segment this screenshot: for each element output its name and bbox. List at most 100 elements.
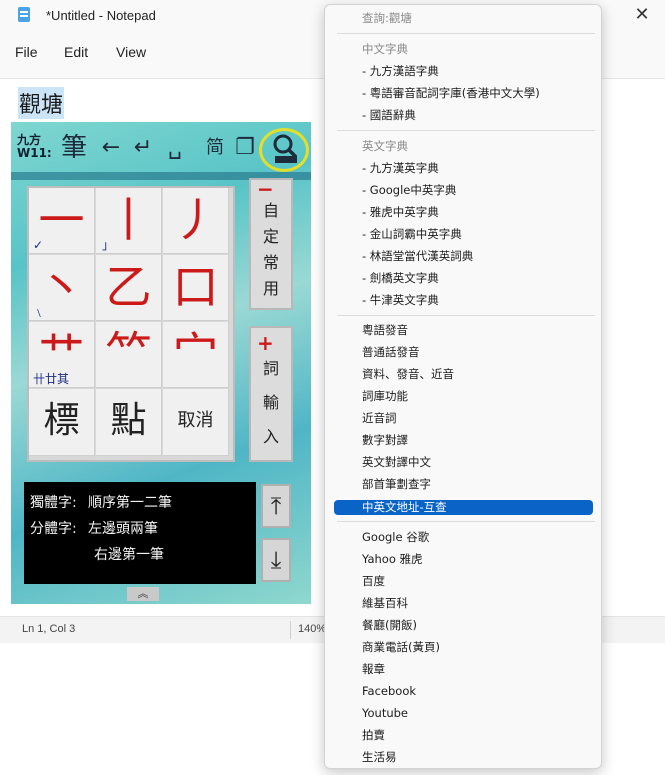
menu-item-english-dict[interactable]: - 九方漢英字典 (362, 160, 439, 176)
notepad-app-icon (18, 7, 30, 22)
space-icon[interactable]: ␣ (161, 132, 189, 164)
menu-item-chinese-dict[interactable]: - 粵語審音配詞字庫(香港中文大學) (362, 85, 540, 101)
stroke-grid: 一 ✓ 丨」 丿 丶 ﹨ 乙 口 艹卄廿其 ⺮ 宀 標 點 取消 (27, 186, 235, 462)
back-arrow-icon[interactable]: ← (97, 132, 125, 164)
menu-item-web[interactable]: Yahoo 雅虎 (362, 551, 423, 567)
menu-item-tool[interactable]: 英文對譯中文 (362, 454, 431, 470)
section-header-chinese-dict: 中文字典 (362, 42, 408, 56)
add-icon[interactable]: + (251, 328, 291, 353)
enter-icon[interactable]: ↵ (129, 132, 157, 164)
phrase-input-panel[interactable]: + 詞 輸 入 (249, 326, 293, 462)
punctuation-key-2[interactable]: 點 (96, 389, 162, 456)
side-label: 定 (262, 227, 279, 246)
menu-item-tool[interactable]: 普通話發音 (362, 344, 420, 360)
zoom-level[interactable]: 140% (298, 623, 326, 635)
stroke-glyph: ⺮ (105, 327, 152, 381)
stroke-key-9[interactable]: 宀 (163, 322, 229, 388)
stroke-glyph: 丶 (38, 260, 85, 314)
lookup-context-menu: 查詢:觀塘 中文字典 - 九方漢語字典 - 粵語審音配詞字庫(香港中文大學) -… (324, 4, 602, 769)
menu-item-web[interactable]: 報章 (362, 661, 385, 677)
side-label: 入 (262, 427, 279, 446)
menu-item-chinese-dict[interactable]: - 九方漢語字典 (362, 63, 439, 79)
expand-button[interactable]: ︽ (127, 587, 159, 601)
menu-item-web[interactable]: 拍賣 (362, 727, 385, 743)
desc-text: 右邊第一筆 (94, 547, 164, 563)
stroke-key-1[interactable]: 一 ✓ (29, 188, 95, 254)
menu-item-english-dict[interactable]: - 金山詞霸中英字典 (362, 226, 462, 242)
stroke-key-8[interactable]: ⺮ (96, 322, 162, 388)
side-label: 自 (262, 201, 279, 220)
cancel-button[interactable]: 取消 (163, 389, 229, 456)
stroke-description-box: 獨體字: 順序第一二筆 分體字: 左邊頭兩筆 右邊第一筆 (24, 482, 256, 584)
stroke-hint: ﹨ (33, 305, 46, 319)
stroke-key-6[interactable]: 口 (163, 255, 229, 321)
side-label: 輸 (262, 393, 279, 412)
menu-item-web[interactable]: Youtube (362, 705, 408, 721)
menu-item-tool[interactable]: 詞庫功能 (362, 388, 408, 404)
scroll-top-button[interactable]: ⤒ (261, 484, 291, 528)
menu-item-web[interactable]: 百度 (362, 573, 385, 589)
stroke-mode-button[interactable]: 筆 (57, 132, 91, 164)
menu-item-english-dict[interactable]: - 劍橋英文字典 (362, 270, 439, 286)
ime-panel: 九方 W11: 筆 ← ↵ ␣ 简 ❐ 一 ✓ 丨」 丿 丶 ﹨ 乙 口 艹卄廿其 (11, 122, 311, 604)
menu-item-web[interactable]: 餐廳(開飯) (362, 617, 417, 633)
punctuation-key-1[interactable]: 標 (29, 389, 95, 456)
stroke-key-4[interactable]: 丶 ﹨ (29, 255, 95, 321)
menu-item-tool[interactable]: 數字對譯 (362, 432, 408, 448)
menu-item-web[interactable]: Facebook (362, 683, 416, 699)
side-label: 常 (262, 253, 279, 272)
menu-item-english-dict[interactable]: - 牛津英文字典 (362, 292, 439, 308)
search-highlight-ring (259, 128, 309, 172)
stroke-key-3[interactable]: 丿 (163, 188, 229, 254)
menu-item-chinese-dict[interactable]: - 國語辭典 (362, 107, 416, 123)
stroke-hint: 卄廿其 (33, 372, 70, 386)
menu-item-web[interactable]: Google 谷歌 (362, 529, 429, 545)
stroke-key-5[interactable]: 乙 (96, 255, 162, 321)
stroke-glyph: 宀 (172, 327, 219, 381)
query-header: 查詢:觀塘 (362, 11, 412, 25)
menu-item-english-dict[interactable]: - 林語堂當代漢英詞典 (362, 248, 473, 264)
menu-item-web[interactable]: 商業電話(黃頁) (362, 639, 440, 655)
menu-item-tool[interactable]: 資料、發音、近音 (362, 366, 454, 382)
remove-icon[interactable]: − (251, 179, 291, 199)
editor-selected-text[interactable]: 觀塘 (18, 87, 65, 119)
menu-item-label: 中英文地址-互查 (362, 500, 447, 514)
menu-file[interactable]: File (15, 44, 38, 60)
menu-item-tool[interactable]: 近音詞 (362, 410, 397, 426)
stroke-key-7[interactable]: 艹卄廿其 (29, 322, 95, 388)
menu-separator (337, 521, 595, 522)
menu-item-english-dict[interactable]: - Google中英字典 (362, 182, 456, 198)
menu-item-address-lookup[interactable]: 中英文地址-互查 (334, 500, 593, 515)
scroll-bottom-button[interactable]: ⤓ (261, 538, 291, 582)
menu-view[interactable]: View (116, 44, 146, 60)
close-button[interactable]: ✕ (630, 4, 654, 28)
desc-label: 分體字: (30, 521, 77, 537)
status-divider (290, 621, 291, 639)
desc-text: 順序第一二筆 (88, 495, 172, 511)
ime-logo-bottom: W11: (17, 146, 52, 160)
section-header-english-dict: 英文字典 (362, 139, 408, 153)
menu-item-tool[interactable]: 粵語發音 (362, 322, 408, 338)
menu-item-web[interactable]: 維基百科 (362, 595, 408, 611)
window-title: *Untitled - Notepad (46, 8, 156, 23)
side-label: 詞 (262, 359, 279, 378)
menu-separator (337, 315, 595, 316)
custom-common-panel[interactable]: − 自 定 常 用 (249, 178, 293, 310)
desc-text: 左邊頭兩筆 (88, 521, 158, 537)
menu-item-web[interactable]: 生活易 (362, 749, 397, 765)
window-icon[interactable]: ❐ (231, 132, 259, 164)
ime-toolbar: 九方 W11: 筆 ← ↵ ␣ 简 ❐ (11, 122, 311, 172)
stroke-glyph: 一 (38, 193, 85, 247)
stroke-glyph: 口 (172, 260, 219, 314)
menu-separator (337, 33, 595, 34)
simplified-toggle-button[interactable]: 简 (201, 132, 229, 164)
stroke-key-2[interactable]: 丨」 (96, 188, 162, 254)
desc-label: 獨體字: (30, 495, 77, 511)
stroke-glyph: 乙 (105, 260, 152, 314)
ime-logo: 九方 W11: (17, 134, 52, 160)
cursor-position: Ln 1, Col 3 (22, 623, 76, 635)
menu-item-tool[interactable]: 部首筆劃查字 (362, 476, 431, 492)
menu-edit[interactable]: Edit (64, 44, 88, 60)
menu-item-english-dict[interactable]: - 雅虎中英字典 (362, 204, 439, 220)
side-label: 用 (262, 279, 279, 298)
